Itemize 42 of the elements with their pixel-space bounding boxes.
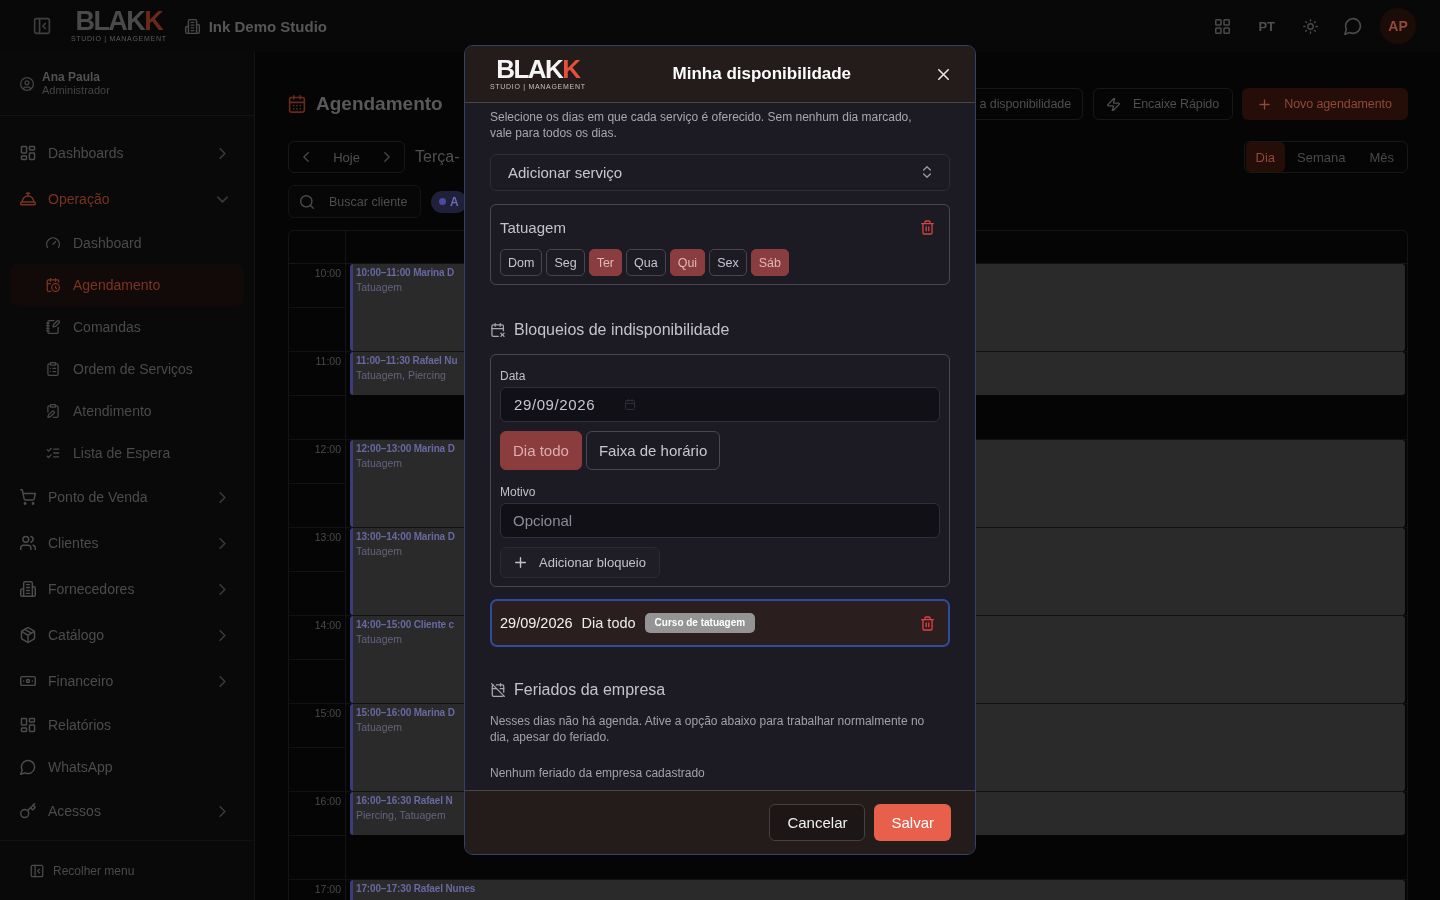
appointment-services: Piercing, Tatuagem <box>356 808 446 822</box>
dialog-title: Minha disponibilidade <box>672 64 852 84</box>
appointment-title: 16:00–16:30 Rafael N <box>356 794 453 808</box>
time-label: 12:00 <box>314 443 341 456</box>
date-label: Terça- <box>415 148 460 166</box>
logo-wordmark: BLAKK <box>496 57 580 81</box>
appointment-services: Tatuagem <box>356 632 403 646</box>
section-title: Bloqueios de indisponibilidade <box>514 321 730 339</box>
appointment-services: Tatuagem, Piercing <box>356 368 446 382</box>
appointment-services: Tatuagem <box>356 720 403 734</box>
logo-wordmark: BLAKK <box>75 9 163 33</box>
appointment-title: 11:00–11:30 Rafael Nu <box>356 354 458 368</box>
service-name: Tatuagem <box>500 218 566 236</box>
field-label: Motivo <box>500 485 536 499</box>
time-label: 17:00 <box>314 883 341 896</box>
user-name: Ana Paula <box>42 70 102 84</box>
appointment-title: 14:00–15:00 Cliente c <box>356 618 455 632</box>
studio-name: Ink Demo Studio <box>208 17 327 35</box>
appointment-services: Tatuagem <box>356 280 403 294</box>
appointment-services: Tatuagem <box>356 456 403 470</box>
intro-text: Selecione os dias em que cada serviço é oferecido. Sem nenhum dia marcado, vale para todos os dias. <box>490 109 913 141</box>
empty-state-text: Nenhum feriado da empresa cadastrado <box>490 765 706 781</box>
block-date: 29/09/2026 <box>500 615 573 631</box>
user-role: Administrador <box>42 84 110 97</box>
block-period: Dia todo <box>581 615 636 631</box>
time-label: 10:00 <box>314 267 341 280</box>
holidays-description: Nesses dias não há agenda. Ative a opção abaixo para trabalhar normalmente no dia, apesar do feriado. <box>490 713 926 745</box>
time-label: 13:00 <box>314 531 341 544</box>
time-label: 15:00 <box>314 707 341 720</box>
time-label: 16:00 <box>314 795 341 808</box>
appointment-title: 12:00–13:00 Marina D <box>356 442 455 456</box>
time-label: 11:00 <box>315 355 341 368</box>
appointment-title: 15:00–16:00 Marina D <box>356 706 455 720</box>
section-title: Feriados da empresa <box>514 681 666 699</box>
appointment-title: 10:00–11:00 Marina D <box>356 266 455 280</box>
appointment-services: Tatuagem <box>356 544 403 558</box>
time-label: 14:00 <box>314 619 341 632</box>
reason-tag: Curso de tatuagem <box>644 613 756 633</box>
field-label: Data <box>500 369 526 383</box>
appointment-title: 17:00–17:30 Rafael Nunes <box>356 882 476 896</box>
appointment-title: 13:00–14:00 Marina D <box>356 530 455 544</box>
page-title: Agendamento <box>316 93 443 115</box>
